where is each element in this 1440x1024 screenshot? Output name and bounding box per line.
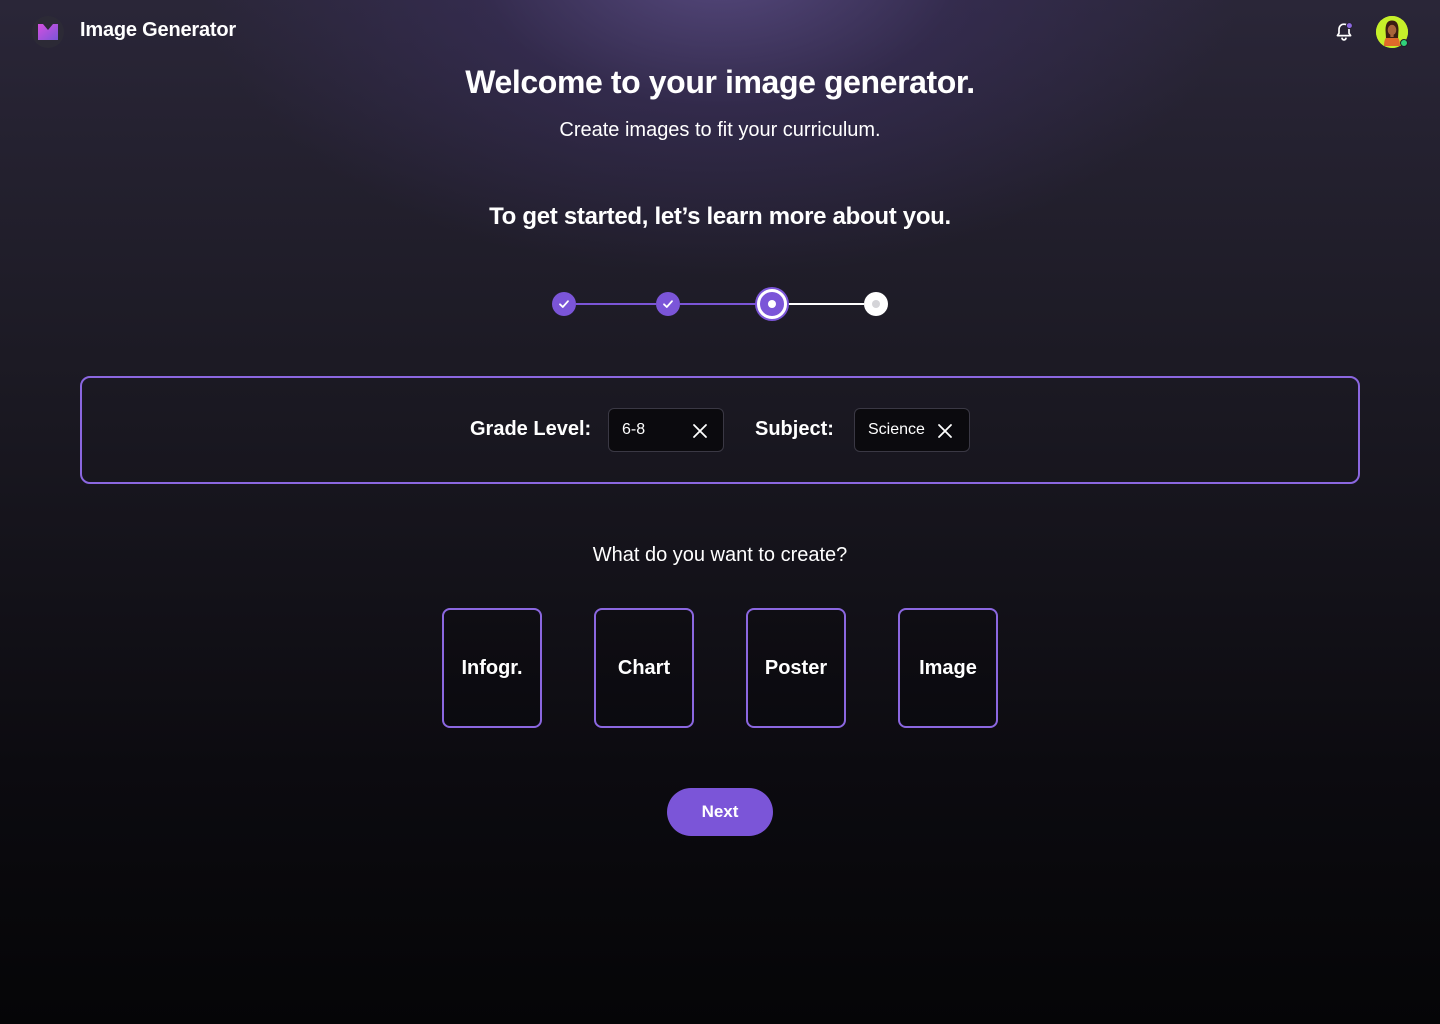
step-connector-1 [576, 303, 656, 305]
step-3-current [757, 289, 787, 319]
m-logo-icon [38, 24, 58, 40]
step-4-upcoming [864, 292, 888, 316]
onboarding-heading: To get started, let’s learn more about y… [489, 203, 951, 230]
online-status-indicator [1400, 39, 1408, 47]
option-poster[interactable]: Poster [746, 608, 846, 728]
subject-value: Science [868, 421, 925, 438]
page-subtitle: Create images to fit your curriculum. [559, 119, 881, 141]
current-step-dot [768, 300, 776, 308]
app-logo[interactable] [32, 16, 64, 48]
grade-level-value: 6-8 [622, 421, 646, 438]
bell-icon[interactable] [1333, 21, 1355, 43]
grade-level-chip[interactable]: 6-8 [608, 408, 724, 452]
next-button[interactable]: Next [667, 788, 773, 836]
option-infographic[interactable]: Infogr. [442, 608, 542, 728]
step-connector-2 [680, 303, 758, 305]
close-icon[interactable] [689, 420, 711, 442]
app-title: Image Generator [80, 19, 236, 41]
progress-stepper [0, 0, 1440, 330]
check-icon [559, 300, 569, 308]
step-1-completed [552, 292, 576, 316]
close-icon[interactable] [934, 420, 956, 442]
subject-label: Subject: [755, 418, 834, 440]
page-title: Welcome to your image generator. [465, 64, 975, 100]
option-chart[interactable]: Chart [594, 608, 694, 728]
check-icon [663, 300, 673, 308]
option-image[interactable]: Image [898, 608, 998, 728]
upcoming-step-dot [872, 300, 880, 308]
create-question: What do you want to create? [592, 544, 848, 566]
step-connector-3 [786, 303, 864, 305]
step-2-completed [656, 292, 680, 316]
subject-chip[interactable]: Science [854, 408, 970, 452]
grade-level-label: Grade Level: [470, 418, 592, 440]
